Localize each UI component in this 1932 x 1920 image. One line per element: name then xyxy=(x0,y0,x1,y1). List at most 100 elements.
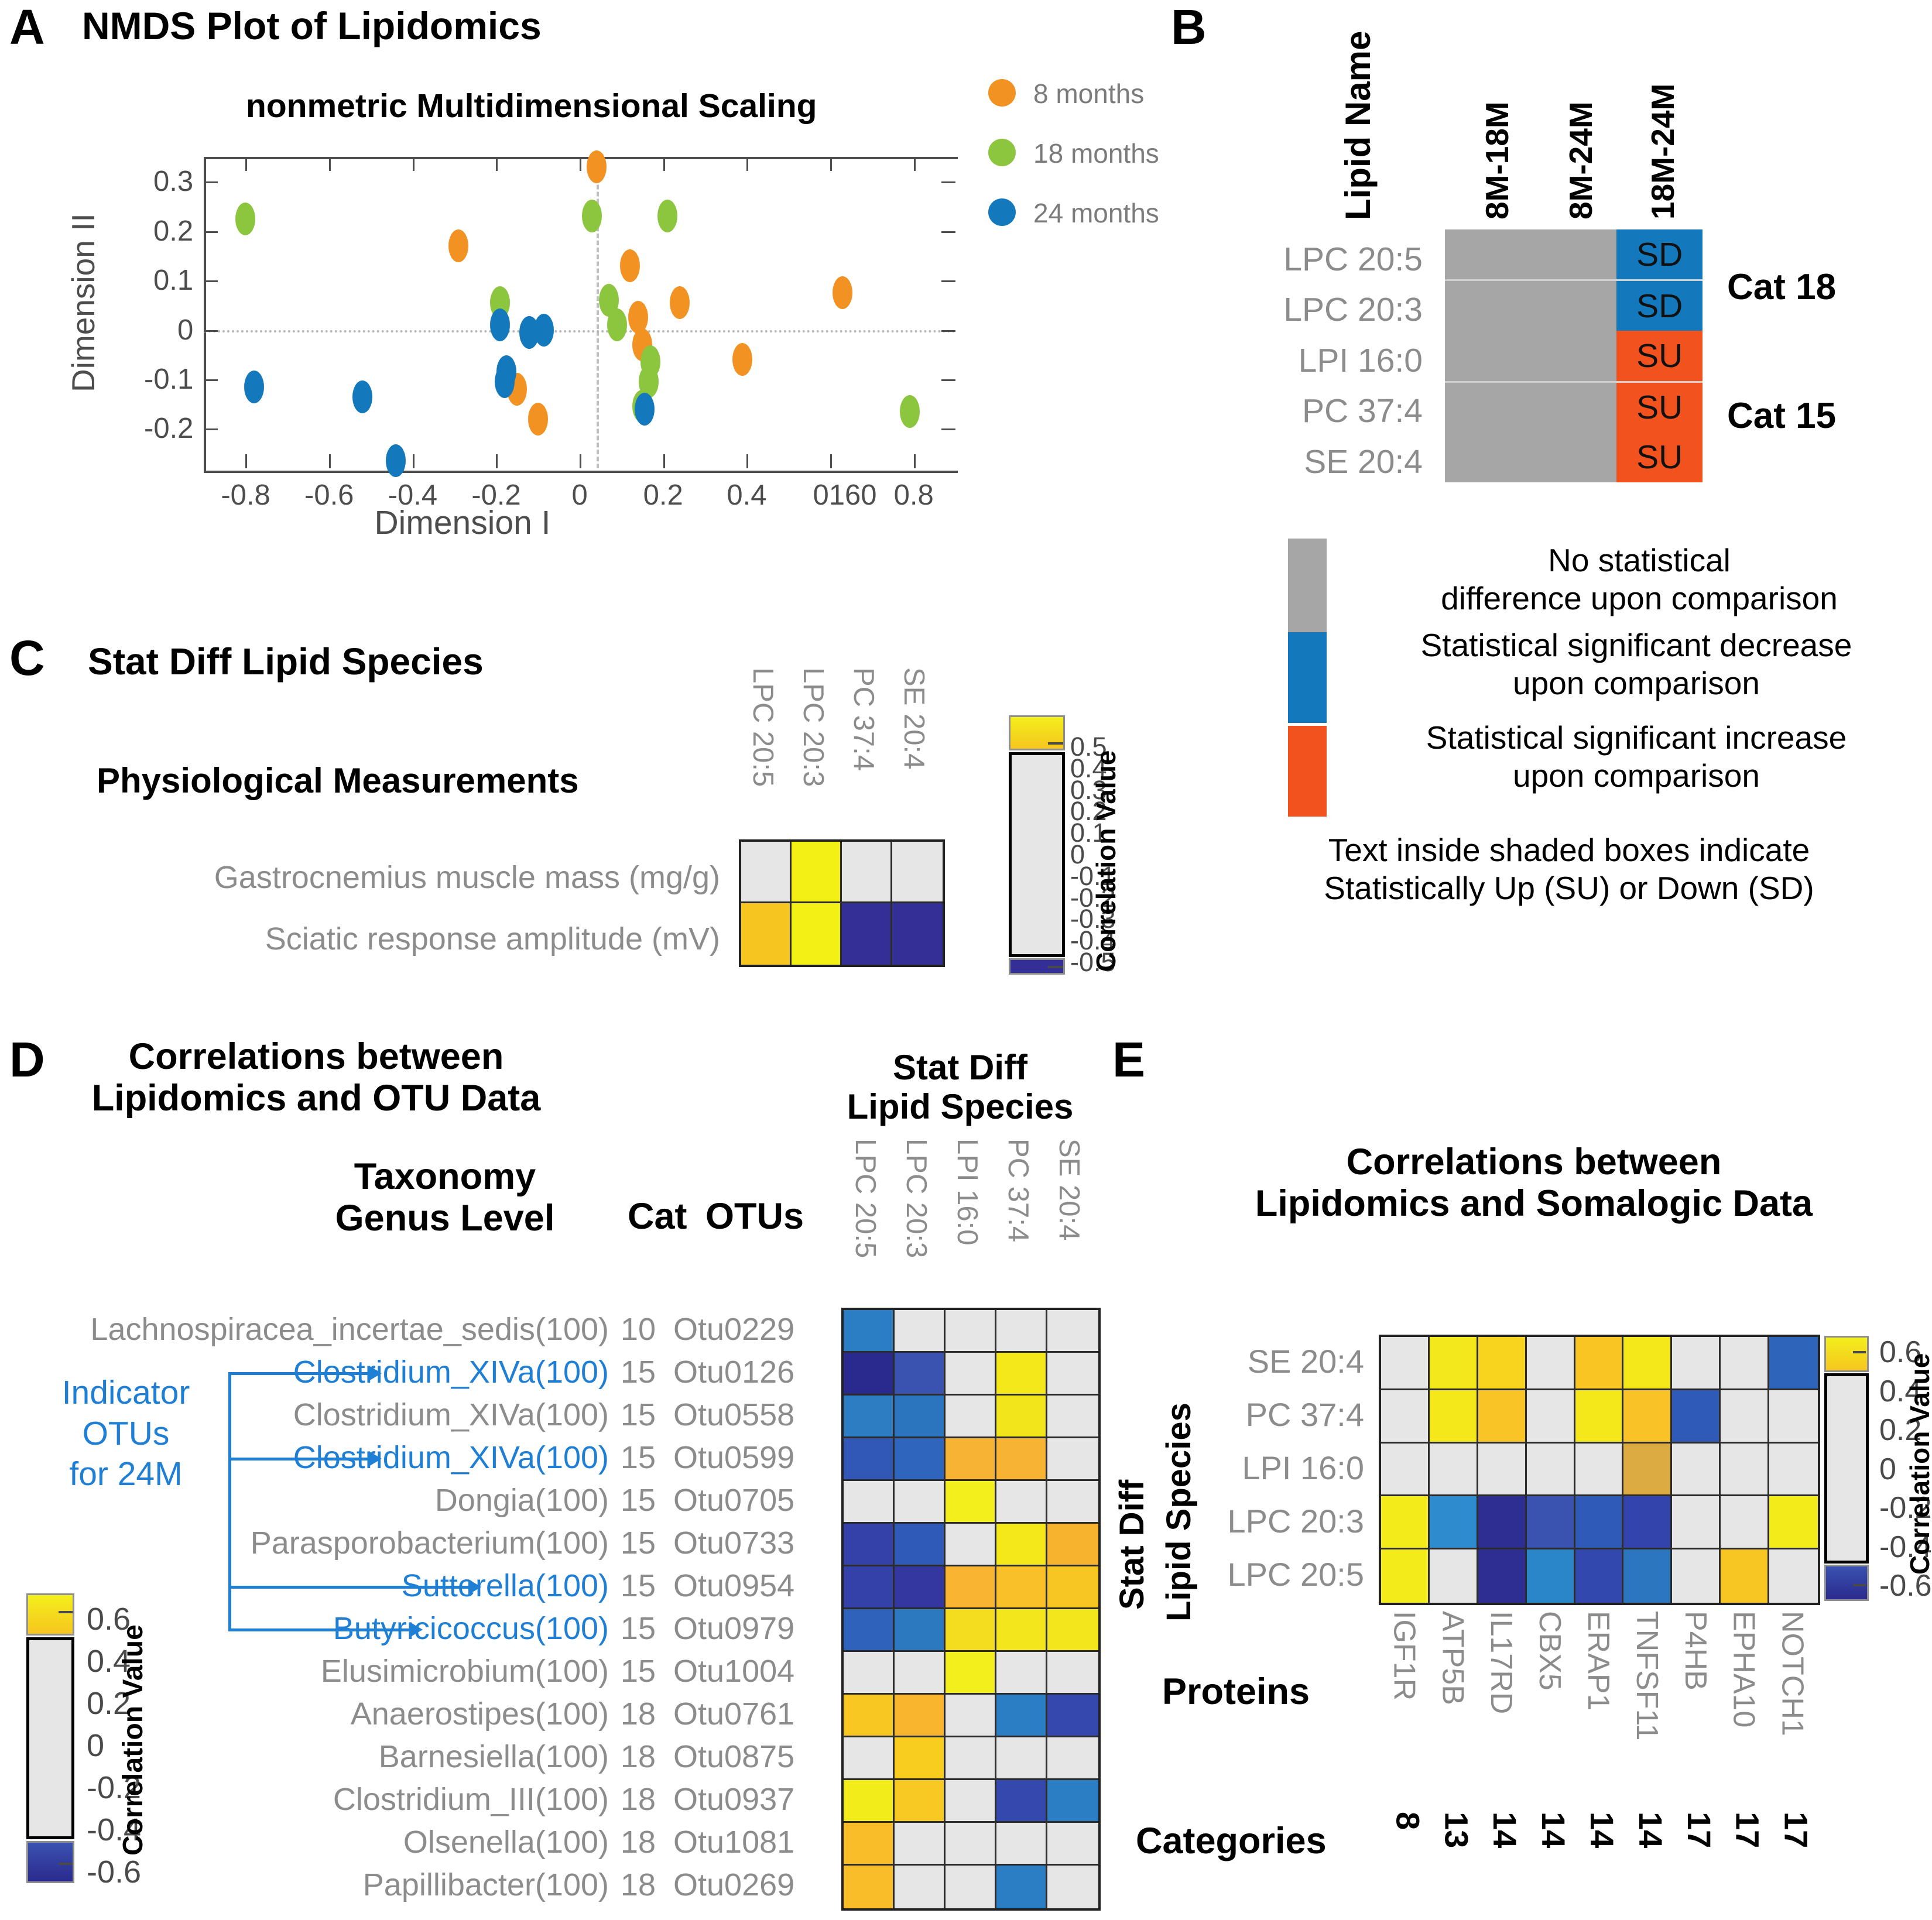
panel-b-cell xyxy=(1530,331,1617,381)
panel-e-cell xyxy=(1672,1443,1721,1497)
panel-d-cell xyxy=(844,1780,895,1823)
panel-a-letter: A xyxy=(9,0,45,54)
panel-d-cell xyxy=(844,1823,895,1866)
panel-b-cat-label: Cat 18 xyxy=(1727,267,1837,307)
panel-e-cell xyxy=(1429,1337,1478,1390)
panel-d-cat-value: 18 xyxy=(620,1824,656,1860)
panel-d-otu-value: Otu0126 xyxy=(673,1354,795,1390)
panel-a-ytick-label: 0.3 xyxy=(153,166,194,198)
panel-a-xtick-label: 0.4 xyxy=(727,479,767,511)
panel-d-cell xyxy=(946,1695,996,1737)
panel-e-cell xyxy=(1575,1443,1624,1497)
legend-text-significant-increase-line2: upon comparison xyxy=(1513,757,1760,794)
panel-e-column-label: EPHA10 xyxy=(1727,1611,1761,1728)
panel-c-cell xyxy=(892,842,943,903)
panel-d-cell xyxy=(996,1353,1047,1396)
panel-a-xtick xyxy=(245,454,248,468)
panel-e-cell xyxy=(1478,1443,1527,1497)
panel-d-cell xyxy=(996,1310,1047,1353)
panel-d-cell xyxy=(996,1695,1047,1737)
panel-a-xtick xyxy=(913,454,916,468)
panel-d-cell xyxy=(895,1652,946,1695)
scatter-point xyxy=(607,308,628,342)
panel-d-otu-value: Otu0558 xyxy=(673,1397,795,1432)
panel-d-cell xyxy=(1047,1566,1098,1609)
panel-d-arrow-stem xyxy=(228,1372,369,1375)
legend-label-18-months: 18 months xyxy=(1033,138,1159,169)
legend-text-significant-increase: Statistical significant increase upon co… xyxy=(1341,719,1932,795)
panel-d-otu-value: Otu0269 xyxy=(673,1867,795,1902)
panel-d-cell xyxy=(844,1866,895,1908)
panel-b-cell: SU xyxy=(1616,432,1703,482)
panel-e-cell xyxy=(1478,1337,1527,1390)
panel-a-xtick-top xyxy=(496,157,498,171)
panel-d-cell xyxy=(844,1695,895,1737)
panel-c-cell xyxy=(741,903,792,965)
panel-a-ytick xyxy=(204,231,218,233)
panel-d-letter: D xyxy=(9,1032,45,1087)
panel-d-cat-value: 15 xyxy=(620,1439,656,1475)
panel-e-cell xyxy=(1769,1549,1818,1603)
panel-e-cell xyxy=(1381,1496,1430,1550)
panel-d-cell xyxy=(946,1566,996,1609)
panel-a-xtick-label: -0.6 xyxy=(304,479,354,511)
panel-d-cell xyxy=(946,1438,996,1481)
panel-c-cell xyxy=(792,903,842,965)
panel-e-cell xyxy=(1478,1496,1527,1550)
panel-e-cell xyxy=(1526,1496,1575,1550)
panel-e-cell xyxy=(1381,1390,1430,1444)
panel-d-cell xyxy=(895,1780,946,1823)
panel-a-ytick-right xyxy=(941,428,955,431)
panel-e-category-value: 14 xyxy=(1632,1812,1669,1849)
panel-d-taxonomy-header-line1: Taxonomy xyxy=(354,1156,536,1197)
panel-e-column-label: TNFSF11 xyxy=(1629,1611,1664,1741)
panel-a-xtick-label: -0.8 xyxy=(221,479,270,511)
panel-d-otu-value: Otu0733 xyxy=(673,1525,795,1561)
panel-e-cell xyxy=(1381,1549,1430,1603)
legend-text-no-difference-line2: difference upon comparison xyxy=(1441,580,1838,616)
panel-a-xtick xyxy=(746,454,749,468)
panel-d-otu-value: Otu0875 xyxy=(673,1739,795,1774)
scatter-point xyxy=(494,365,515,399)
panel-d-cat-value: 18 xyxy=(620,1781,656,1817)
legend-text-no-difference-line: No statistical xyxy=(1548,542,1731,578)
panel-d-taxonomy-header-line2: Genus Level xyxy=(335,1197,555,1239)
panel-a-title: NMDS Plot of Lipidomics xyxy=(82,4,542,47)
panel-e-column-label: P4HB xyxy=(1678,1611,1712,1691)
panel-c-colorbar-tick-top xyxy=(1048,742,1063,745)
scatter-point xyxy=(670,286,690,320)
panel-d-cell xyxy=(844,1438,895,1481)
panel-e-column-label: ERAP1 xyxy=(1581,1611,1615,1711)
panel-a-horizontal-reference-line xyxy=(204,330,955,332)
panel-d-cell xyxy=(895,1609,946,1652)
panel-d-arrow-head xyxy=(468,1579,481,1595)
panel-d-arrow-stem xyxy=(228,1585,468,1589)
panel-e-colorbar-tick-label: 0 xyxy=(1879,1452,1896,1486)
panel-b-cell xyxy=(1530,380,1617,433)
panel-d-arrow-stem xyxy=(228,1628,410,1631)
panel-a-ytick-right xyxy=(941,280,955,283)
panel-d-column-label: PC 37:4 xyxy=(1002,1139,1034,1243)
panel-e-cell xyxy=(1526,1549,1575,1603)
panel-d-cell xyxy=(946,1780,996,1823)
panel-d-colorbar-under xyxy=(26,1841,74,1883)
panel-b-footnote-line2: Statistically Up (SU) or Down (SD) xyxy=(1324,869,1814,906)
panel-a-xtick-top xyxy=(412,157,415,171)
panel-e-cell xyxy=(1575,1390,1624,1444)
panel-a-ytick-right xyxy=(941,231,955,233)
legend-dot-18-months xyxy=(988,139,1016,166)
panel-d-otu-header: OTUs xyxy=(705,1196,804,1237)
panel-d-taxon-label: Parasporobacterium(100) xyxy=(250,1525,609,1561)
panel-e-title-line2: Lipidomics and Somalogic Data xyxy=(1255,1182,1813,1224)
panel-e-cell xyxy=(1769,1496,1818,1550)
panel-e-cell xyxy=(1575,1549,1624,1603)
panel-d-title-line1: Correlations between xyxy=(128,1036,504,1077)
panel-d-cell xyxy=(946,1866,996,1908)
scatter-point xyxy=(235,202,256,235)
panel-e-column-label: CBX5 xyxy=(1533,1611,1567,1691)
panel-a-xtick-label: 0.2 xyxy=(643,479,683,511)
panel-a-ytick xyxy=(204,428,218,431)
panel-a-ytick xyxy=(204,330,218,332)
panel-d-colorbar-title: Correlation Value xyxy=(118,1624,149,1856)
panel-e-row-label: SE 20:4 xyxy=(1247,1343,1364,1380)
